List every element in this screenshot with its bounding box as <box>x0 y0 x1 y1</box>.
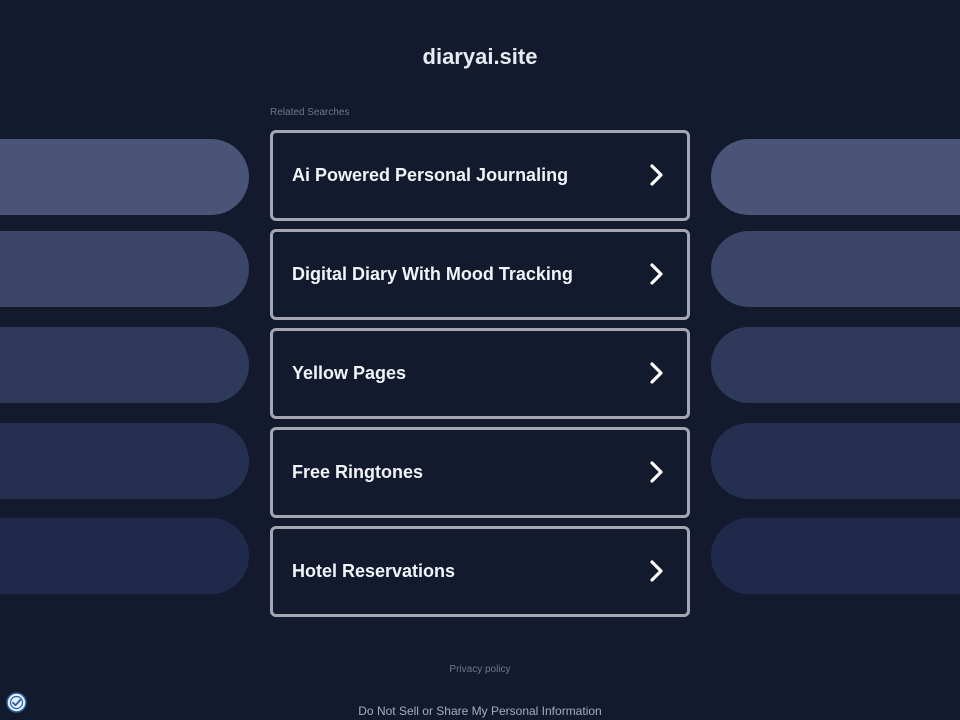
related-searches-label: Related Searches <box>270 107 350 118</box>
related-search-label: Yellow Pages <box>292 363 407 383</box>
decorative-pill-left <box>0 231 249 307</box>
decorative-pill-right <box>711 139 960 215</box>
related-search-label: Ai Powered Personal Journaling <box>292 165 569 185</box>
related-search-link-digital-diary-with-mood-tracking[interactable]: Digital Diary With Mood Tracking <box>270 229 690 320</box>
consent-check-icon[interactable] <box>6 692 27 713</box>
decorative-pill-left <box>0 139 249 215</box>
related-search-link-yellow-pages[interactable]: Yellow Pages <box>270 328 690 419</box>
chevron-right-icon <box>650 263 663 285</box>
chevron-right-icon <box>650 461 663 483</box>
related-search-label: Hotel Reservations <box>292 561 456 581</box>
related-search-label: Digital Diary With Mood Tracking <box>292 264 573 284</box>
parked-domain-page: diaryai.site Related Searches Ai Powered… <box>0 0 960 720</box>
related-search-link-ai-powered-personal-journaling[interactable]: Ai Powered Personal Journaling <box>270 130 690 221</box>
decorative-pill-right <box>711 423 960 499</box>
decorative-pill-left <box>0 518 249 594</box>
chevron-right-icon <box>650 560 663 582</box>
decorative-pill-left <box>0 327 249 403</box>
decorative-pill-right <box>711 327 960 403</box>
decorative-pill-left <box>0 423 249 499</box>
site-title: diaryai.site <box>422 44 538 69</box>
related-search-link-hotel-reservations[interactable]: Hotel Reservations <box>270 526 690 617</box>
related-search-link-free-ringtones[interactable]: Free Ringtones <box>270 427 690 518</box>
decorative-pill-right <box>711 231 960 307</box>
do-not-sell-link[interactable]: Do Not Sell or Share My Personal Informa… <box>0 704 960 718</box>
related-search-label: Free Ringtones <box>292 462 424 482</box>
chevron-right-icon <box>650 362 663 384</box>
privacy-policy-link[interactable]: Privacy policy <box>0 664 960 676</box>
decorative-pill-right <box>711 518 960 594</box>
related-searches-list: Ai Powered Personal Journaling Digital D… <box>270 130 690 625</box>
chevron-right-icon <box>650 164 663 186</box>
